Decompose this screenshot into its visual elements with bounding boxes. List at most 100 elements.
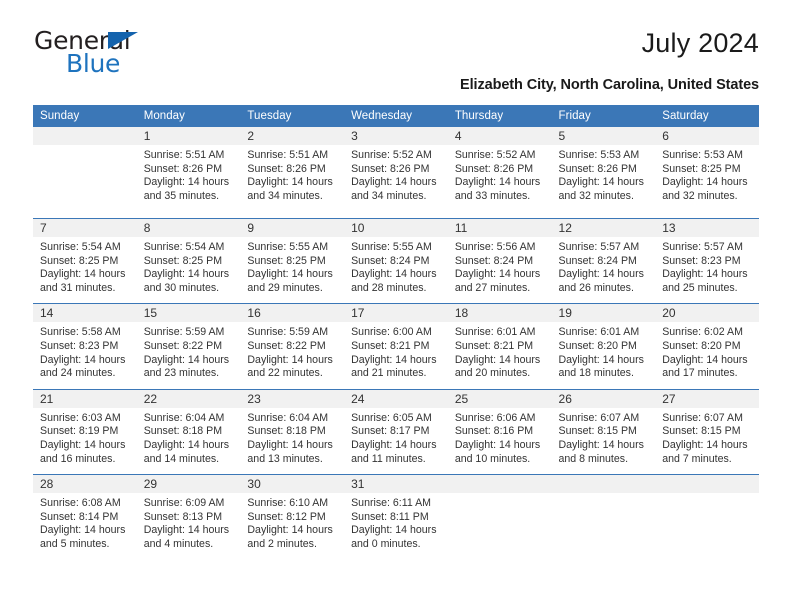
sunset-time: Sunset: 8:25 PM (40, 254, 119, 267)
sunset-time: Sunset: 8:23 PM (40, 339, 119, 352)
calendar-day-cell[interactable]: 20 Sunrise: 6:02 AM Sunset: 8:20 PM Dayligh… (655, 303, 759, 390)
sunrise-time: Sunrise: 5:56 AM (454, 241, 536, 253)
calendar-day-cell[interactable]: 4 Sunrise: 5:52 AM Sunset: 8:26 PM Daylight… (447, 127, 552, 219)
sunrise-time: Sunrise: 5:53 AM (558, 149, 640, 161)
sunset-time: Sunset: 8:25 PM (662, 162, 741, 175)
calendar-day-cell[interactable]: 31 Sunrise: 6:11 AM Sunset: 8:11 PM Dayligh… (344, 474, 448, 567)
calendar-day-cell[interactable]: 22 Sunrise: 6:04 AM Sunset: 8:18 PM Dayligh… (136, 388, 241, 475)
calendar-day-cell[interactable]: 21 Sunrise: 6:03 AM Sunset: 8:19 PM Dayligh… (33, 388, 137, 475)
day-details: Sunrise: 5:53 AM Sunset: 8:26 PM Daylight:… (552, 145, 656, 211)
calendar-day-cell[interactable]: 7 Sunrise: 5:54 AM Sunset: 8:25 PM Daylight… (33, 217, 137, 304)
sunset-time: Sunset: 8:26 PM (247, 162, 326, 175)
daylight-duration-line2: and 25 minutes. (662, 281, 738, 294)
sunset-time: Sunset: 8:26 PM (143, 162, 223, 175)
sunrise-time: Sunrise: 5:57 AM (558, 241, 640, 253)
sunrise-time: Sunrise: 6:01 AM (454, 326, 536, 339)
calendar-day-cell[interactable]: 26 Sunrise: 6:07 AM Sunset: 8:15 PM Dayligh… (551, 388, 656, 475)
calendar-day-cell[interactable]: 10 Sunrise: 5:55 AM Sunset: 8:24 PM Dayligh… (344, 217, 448, 304)
day-details: Sunrise: 5:55 AM Sunset: 8:24 PM Daylight:… (344, 237, 448, 303)
day-details: Sunrise: 6:02 AM Sunset: 8:20 PM Daylight:… (655, 322, 759, 388)
daylight-duration-line1: Daylight: 14 hours (143, 353, 230, 366)
calendar-day-cell[interactable]: 13 Sunrise: 5:57 AM Sunset: 8:23 PM Dayligh… (655, 217, 759, 304)
sunset-time (662, 511, 753, 525)
calendar-day-cell[interactable]: 23 Sunrise: 6:04 AM Sunset: 8:18 PM Dayligh… (240, 388, 345, 475)
calendar-day-cell[interactable]: 2 Sunrise: 5:51 AM Sunset: 8:26 PM Daylight… (240, 127, 345, 219)
day-number: 13 (655, 219, 759, 237)
day-details: Sunrise: 6:09 AM Sunset: 8:13 PM Daylight:… (137, 493, 241, 559)
daylight-duration-line2: and 34 minutes. (351, 189, 427, 202)
calendar-day-cell[interactable]: 16 Sunrise: 5:59 AM Sunset: 8:22 PM Dayligh… (240, 303, 345, 390)
day-details: Sunrise: 5:53 AM Sunset: 8:25 PM Daylight:… (655, 145, 759, 211)
daylight-duration-line2 (455, 538, 546, 552)
day-details: Sunrise: 5:58 AM Sunset: 8:23 PM Daylight:… (33, 322, 137, 388)
day-details: Sunrise: 6:07 AM Sunset: 8:15 PM Daylight:… (655, 408, 759, 474)
general-blue-logo[interactable]: General Blue (34, 26, 194, 78)
day-number: 18 (447, 304, 552, 323)
daylight-duration-line1: Daylight: 14 hours (454, 268, 541, 281)
daylight-duration-line1: Daylight: 14 hours (558, 268, 644, 281)
day-details: Sunrise: 5:55 AM Sunset: 8:25 PM Daylight:… (240, 237, 344, 303)
day-details: Sunrise: 6:04 AM Sunset: 8:18 PM Daylight:… (137, 408, 241, 474)
calendar-day-cell[interactable]: 30 Sunrise: 6:10 AM Sunset: 8:12 PM Dayligh… (240, 474, 345, 567)
calendar-day-cell[interactable]: 12 Sunrise: 5:57 AM Sunset: 8:24 PM Dayligh… (551, 217, 656, 304)
sunset-time: Sunset: 8:25 PM (247, 254, 326, 267)
daylight-duration-line1: Daylight: 14 hours (247, 438, 333, 451)
calendar-day-cell[interactable]: 5 Sunrise: 5:53 AM Sunset: 8:26 PM Daylight… (551, 127, 656, 219)
daylight-duration-line2: and 10 minutes. (454, 452, 531, 465)
calendar-day-cell[interactable]: 17 Sunrise: 6:00 AM Sunset: 8:21 PM Dayligh… (344, 303, 448, 390)
daylight-duration-line1: Daylight: 14 hours (247, 176, 333, 189)
sunrise-time: Sunrise: 6:04 AM (247, 411, 329, 424)
daylight-duration-line2: and 22 minutes. (247, 367, 323, 380)
sunset-time: Sunset: 8:19 PM (40, 425, 119, 438)
calendar-day-cell[interactable]: 27 Sunrise: 6:07 AM Sunset: 8:15 PM Dayligh… (655, 388, 759, 475)
day-number: 14 (33, 304, 137, 323)
daylight-duration-line2: and 34 minutes. (247, 189, 323, 202)
logo-text-blue: Blue (66, 49, 121, 78)
calendar-day-cell[interactable]: 24 Sunrise: 6:05 AM Sunset: 8:17 PM Dayligh… (344, 388, 448, 475)
sunset-time: Sunset: 8:24 PM (454, 254, 534, 267)
daylight-duration-line1: Daylight: 14 hours (351, 176, 437, 189)
day-details: Sunrise: 6:01 AM Sunset: 8:21 PM Daylight:… (448, 322, 552, 388)
weekday-header-thursday: Thursday (447, 105, 552, 127)
day-number: 31 (344, 475, 448, 494)
calendar-day-cell[interactable]: 14 Sunrise: 5:58 AM Sunset: 8:23 PM Dayligh… (33, 303, 137, 390)
sunrise-time: Sunrise: 5:52 AM (351, 149, 432, 161)
calendar-day-cell[interactable]: 3 Sunrise: 5:52 AM Sunset: 8:26 PM Daylight… (344, 127, 448, 219)
calendar-day-cell[interactable]: 15 Sunrise: 5:59 AM Sunset: 8:22 PM Dayligh… (136, 303, 241, 390)
calendar-day-cell[interactable]: 19 Sunrise: 6:01 AM Sunset: 8:20 PM Dayligh… (551, 303, 656, 390)
calendar-week-row: 14 Sunrise: 5:58 AM Sunset: 8:23 PM Dayligh… (33, 303, 759, 390)
calendar-day-cell[interactable]: 8 Sunrise: 5:54 AM Sunset: 8:25 PM Daylight… (136, 217, 241, 304)
day-details: Sunrise: 6:07 AM Sunset: 8:15 PM Daylight:… (552, 408, 656, 474)
day-details: Sunrise: 6:10 AM Sunset: 8:12 PM Daylight:… (240, 493, 344, 559)
calendar-day-cell[interactable]: 9 Sunrise: 5:55 AM Sunset: 8:25 PM Daylight… (240, 217, 345, 304)
calendar-day-cell[interactable]: 6 Sunrise: 5:53 AM Sunset: 8:25 PM Daylight… (655, 127, 759, 219)
daylight-duration-line2 (662, 538, 753, 552)
calendar-day-cell[interactable]: 29 Sunrise: 6:09 AM Sunset: 8:13 PM Dayligh… (136, 474, 241, 567)
calendar-day-cell[interactable]: 18 Sunrise: 6:01 AM Sunset: 8:21 PM Dayligh… (447, 303, 552, 390)
weekday-header-wednesday: Wednesday (344, 105, 448, 127)
sunrise-time: Sunrise: 6:07 AM (558, 411, 640, 424)
calendar-day-cell[interactable]: 25 Sunrise: 6:06 AM Sunset: 8:16 PM Dayligh… (447, 388, 552, 475)
daylight-duration-line2: and 26 minutes. (558, 281, 634, 294)
sunset-time: Sunset: 8:21 PM (351, 339, 430, 352)
day-number: 11 (447, 219, 552, 237)
daylight-duration-line1: Daylight: 14 hours (247, 268, 333, 281)
calendar-day-cell[interactable]: 28 Sunrise: 6:08 AM Sunset: 8:14 PM Dayligh… (33, 474, 137, 567)
day-number: 17 (344, 304, 448, 323)
sunrise-time: Sunrise: 6:03 AM (40, 411, 121, 424)
calendar-day-cell[interactable]: 1 Sunrise: 5:51 AM Sunset: 8:26 PM Daylight… (136, 127, 241, 219)
daylight-duration-line2: and 18 minutes. (558, 367, 634, 380)
daylight-duration-line2: and 21 minutes. (351, 367, 427, 380)
day-details: Sunrise: 5:59 AM Sunset: 8:22 PM Daylight:… (240, 322, 344, 388)
day-number: 4 (447, 127, 552, 145)
daylight-duration-line2: and 14 minutes. (143, 452, 220, 465)
daylight-duration-line2: and 13 minutes. (247, 452, 323, 465)
calendar-day-cell[interactable]: 11 Sunrise: 5:56 AM Sunset: 8:24 PM Dayligh… (447, 217, 552, 304)
daylight-duration-line1 (455, 524, 546, 538)
sunrise-time: Sunrise: 6:04 AM (143, 411, 225, 424)
daylight-duration-line2: and 5 minutes. (40, 537, 110, 550)
day-details: Sunrise: 5:57 AM Sunset: 8:23 PM Daylight:… (655, 237, 759, 303)
daylight-duration-line1: Daylight: 14 hours (662, 438, 748, 451)
day-details: Sunrise: 5:52 AM Sunset: 8:26 PM Daylight:… (344, 145, 448, 211)
day-details: Sunrise: 6:06 AM Sunset: 8:16 PM Daylight:… (448, 408, 552, 474)
